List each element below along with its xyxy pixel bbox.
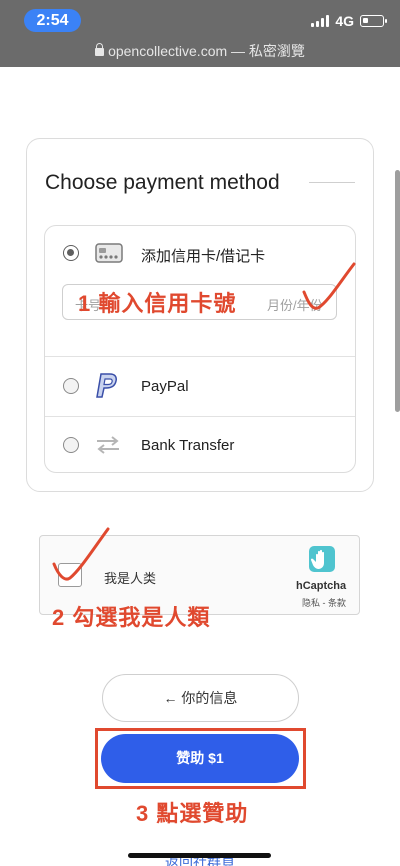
radio-paypal[interactable] [63, 378, 79, 394]
title-divider [309, 182, 355, 183]
radio-bank-transfer[interactable] [63, 437, 79, 453]
status-indicators: 4G [311, 13, 387, 29]
status-time: 2:54 [24, 9, 81, 32]
credit-card-icon [95, 243, 123, 263]
donate-button[interactable]: 赞助 $1 [101, 734, 299, 783]
annotation-step3: 3 點選贊助 [136, 801, 249, 826]
method-bank-transfer[interactable]: Bank Transfer [45, 416, 355, 472]
paypal-icon [96, 373, 117, 398]
page: 2:54 4G opencollective.com — 私密瀏覽 Choose… [0, 0, 400, 866]
hcaptcha-brand: hCaptcha [296, 580, 347, 592]
battery-icon [360, 15, 387, 27]
method-paypal[interactable]: PayPal [45, 356, 355, 416]
hcaptcha-logo-icon [309, 546, 335, 572]
payment-title: Choose payment method [45, 171, 280, 194]
url-bar[interactable]: opencollective.com — 私密瀏覽 [0, 41, 400, 61]
check-mark-captcha-annotation [52, 527, 110, 581]
back-your-info-button[interactable]: ← 你的信息 [102, 674, 299, 722]
bank-transfer-icon [97, 436, 119, 454]
home-indicator [128, 853, 271, 858]
page-scrollbar[interactable] [395, 170, 400, 412]
check-mark-annotation [302, 262, 356, 310]
annotation-step2: 2 勾選我是人類 [52, 605, 211, 630]
lock-icon [95, 43, 105, 56]
hcaptcha-links[interactable]: 隐私 - 条款 [302, 596, 346, 609]
radio-credit-card[interactable] [63, 245, 79, 261]
browser-top-bar: 2:54 4G opencollective.com — 私密瀏覽 [0, 0, 400, 67]
network-label: 4G [335, 13, 354, 29]
method-label-credit-card: 添加信用卡/借记卡 [141, 248, 266, 265]
method-label-bank-transfer: Bank Transfer [141, 437, 235, 454]
method-label-paypal: PayPal [141, 378, 189, 395]
url-text: opencollective.com — 私密瀏覽 [108, 43, 305, 59]
annotation-step1: 1 輸入信用卡號 [78, 291, 237, 316]
signal-icon [311, 15, 330, 27]
